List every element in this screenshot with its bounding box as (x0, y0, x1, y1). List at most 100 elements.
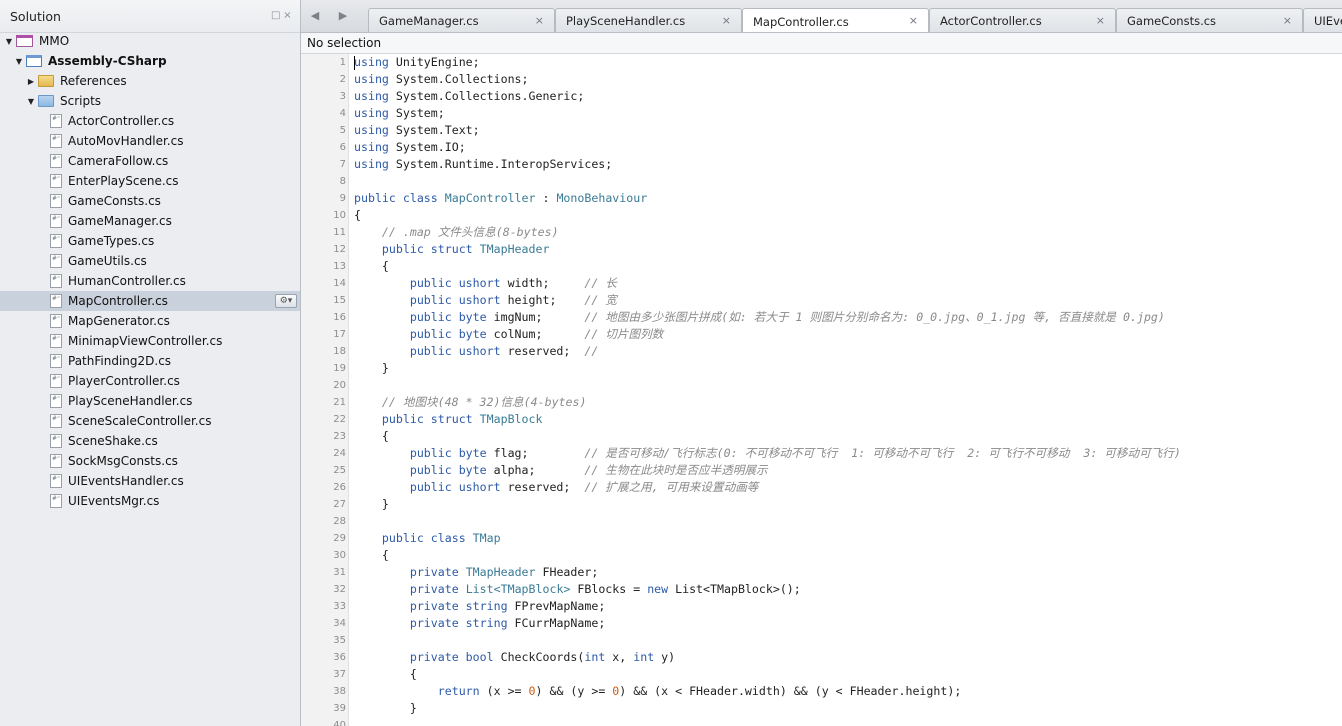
code-line: 5 using System.Text; (301, 122, 1342, 139)
cs-file-icon: #⁼ (50, 294, 62, 308)
code-token: MonoBehaviour (556, 191, 648, 205)
code-token: using (354, 89, 389, 103)
tree-item[interactable]: #⁼ MinimapViewController.cs (0, 331, 300, 351)
expanded-arrow-icon[interactable]: ▼ (4, 37, 14, 46)
code-text: using System.IO; (354, 139, 466, 156)
tree-item-label: MapController.cs (68, 294, 168, 308)
close-pad-icon[interactable]: × (283, 11, 292, 21)
document-tab[interactable]: GameConsts.cs × (1116, 8, 1303, 32)
pad-controls: □ × (271, 11, 292, 21)
tree-item-label: ActorController.cs (68, 114, 175, 128)
solution-pad: Solution □ × ▼ MMO ▼ Assembly-CSharp ▶ Refere… (0, 0, 301, 726)
document-tab[interactable]: UIEve (1303, 8, 1342, 32)
code-line: 34 private string FCurrMapName; (301, 615, 1342, 632)
item-options-gear-icon[interactable]: ⚙▾ (275, 294, 297, 308)
tree-item[interactable]: #⁼ HumanController.cs (0, 271, 300, 291)
close-tab-icon[interactable]: × (1096, 14, 1105, 27)
document-tab[interactable]: PlaySceneHandler.cs × (555, 8, 742, 32)
code-text: using System; (354, 105, 445, 122)
tree-item[interactable]: ▶ References (0, 71, 300, 91)
tree-item[interactable]: ▼ MMO (0, 31, 300, 51)
line-number: 37 (333, 669, 346, 680)
tree-item[interactable]: #⁼ CameraFollow.cs (0, 151, 300, 171)
code-text: public ushort height; // 宽 (354, 292, 617, 309)
code-line: 21 // 地图块(48 * 32)信息(4-bytes) (301, 394, 1342, 411)
code-token: using (354, 123, 389, 137)
document-tab[interactable]: GameManager.cs × (368, 8, 555, 32)
code-token: private (409, 565, 459, 579)
code-line: 17 public byte colNum; // 切片图列数 (301, 326, 1342, 343)
code-token: reserved; (500, 344, 585, 358)
tree-item[interactable]: #⁼ UIEventsMgr.cs (0, 491, 300, 511)
tree-item[interactable]: #⁼ MapController.cs ⚙▾ (0, 291, 300, 311)
collapsed-arrow-icon[interactable]: ▶ (26, 77, 36, 86)
line-number: 33 (333, 601, 346, 612)
tree-item[interactable]: #⁼ ActorController.cs (0, 111, 300, 131)
code-token: // (584, 344, 599, 358)
tree-item[interactable]: #⁼ PathFinding2D.cs (0, 351, 300, 371)
tree-item[interactable]: #⁼ AutoMovHandler.cs (0, 131, 300, 151)
code-text: return (x >= 0) && (y >= 0) && (x < FHea… (354, 683, 962, 700)
code-token: int (584, 650, 606, 664)
code-token: height; (500, 293, 585, 307)
close-tab-icon[interactable]: × (535, 14, 544, 27)
tree-item[interactable]: ▼ Assembly-CSharp (0, 51, 300, 71)
tree-item[interactable]: #⁼ GameConsts.cs (0, 191, 300, 211)
code-token: CheckCoords( (493, 650, 585, 664)
line-number: 36 (333, 652, 346, 663)
document-tab[interactable]: ActorController.cs × (929, 8, 1116, 32)
code-line: 22 public struct TMapBlock (301, 411, 1342, 428)
tree-item[interactable]: #⁼ EnterPlayScene.cs (0, 171, 300, 191)
code-editor[interactable]: 1 using UnityEngine; 2 using System.Collect… (301, 54, 1342, 726)
line-number: 16 (333, 312, 346, 323)
tree-item[interactable]: #⁼ PlayerController.cs (0, 371, 300, 391)
document-tab[interactable]: MapController.cs × (742, 8, 929, 32)
code-token: return (437, 684, 480, 698)
code-line: 33 private string FPrevMapName; (301, 598, 1342, 615)
close-tab-icon[interactable]: × (909, 14, 918, 27)
minimize-pad-icon[interactable]: □ (271, 11, 280, 21)
code-token: System.Runtime.InteropServices; (388, 157, 613, 171)
tree-item[interactable]: #⁼ SceneShake.cs (0, 431, 300, 451)
close-tab-icon[interactable]: × (722, 14, 731, 27)
cs-file-icon: #⁼ (50, 374, 62, 388)
tree-item[interactable]: ▼ Scripts (0, 91, 300, 111)
tree-item[interactable]: #⁼ PlaySceneHandler.cs (0, 391, 300, 411)
code-line: 28 (301, 513, 1342, 530)
tree-item[interactable]: #⁼ UIEventsHandler.cs (0, 471, 300, 491)
tree-item[interactable]: #⁼ GameTypes.cs (0, 231, 300, 251)
tree-item[interactable]: #⁼ SockMsgConsts.cs (0, 451, 300, 471)
code-line: 24 public byte flag; // 是否可移动/飞行标志(0: 不可… (301, 445, 1342, 462)
tab-scroll-right-icon[interactable]: ▶ (335, 8, 351, 24)
tree-item[interactable]: #⁼ MapGenerator.cs (0, 311, 300, 331)
code-text: private TMapHeader FHeader; (354, 564, 599, 581)
tab-scroll-left-icon[interactable]: ◀ (307, 8, 323, 24)
expanded-arrow-icon[interactable]: ▼ (26, 97, 36, 106)
line-number: 25 (333, 465, 346, 476)
tree-item[interactable]: #⁼ GameManager.cs (0, 211, 300, 231)
code-line: 32 private List<TMapBlock> FBlocks = new… (301, 581, 1342, 598)
code-token: System.Collections; (388, 72, 529, 86)
code-line: 36 private bool CheckCoords(int x, int y… (301, 649, 1342, 666)
tree-item[interactable]: #⁼ SceneScaleController.cs (0, 411, 300, 431)
code-token: System.IO; (388, 140, 466, 154)
tree-item[interactable]: #⁼ GameUtils.cs (0, 251, 300, 271)
selection-label[interactable]: No selection (307, 36, 381, 50)
tab-label: ActorController.cs (940, 14, 1042, 28)
cs-file-icon: #⁼ (50, 494, 62, 508)
code-token: public ushort (409, 293, 501, 307)
code-token: (x >= (479, 684, 529, 698)
close-tab-icon[interactable]: × (1283, 14, 1292, 27)
expanded-arrow-icon[interactable]: ▼ (14, 57, 24, 66)
code-token: private string (409, 599, 508, 613)
code-text: { (354, 258, 389, 275)
code-token: List<TMapBlock> (465, 582, 571, 596)
tree-item-label: SockMsgConsts.cs (68, 454, 178, 468)
